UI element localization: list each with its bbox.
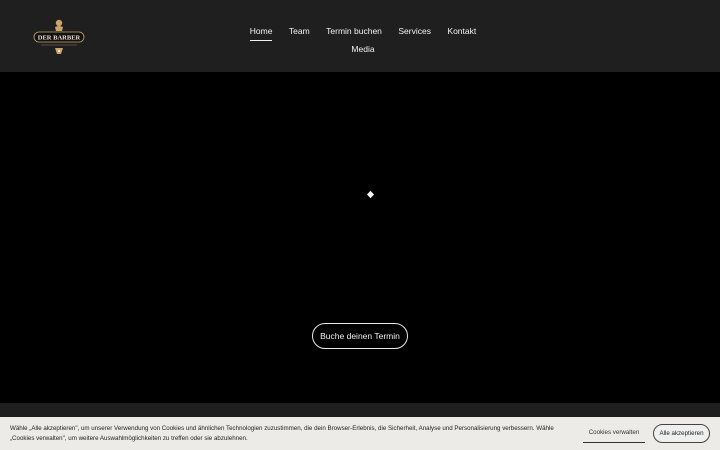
logo-text: DER BARBER [38, 35, 81, 42]
nav-item-termin-buchen[interactable]: Termin buchen [326, 25, 382, 40]
site-header: DER BARBER Home Team Termin buchen Servi… [0, 0, 720, 72]
nav-item-kontakt[interactable]: Kontakt [447, 25, 476, 40]
loading-diamond-icon [366, 186, 375, 199]
accept-all-cookies-button[interactable]: Alle akzeptieren [653, 424, 710, 443]
nav-item-services[interactable]: Services [398, 25, 431, 40]
main-nav: Home Team Termin buchen Services Kontakt… [238, 23, 488, 57]
book-appointment-button[interactable]: Buche deinen Termin [312, 323, 408, 349]
hero-section: Buche deinen Termin [0, 72, 720, 403]
cookie-banner: Wähle „Alle akzeptieren", um unserer Ver… [0, 417, 720, 450]
barber-logo[interactable]: DER BARBER [31, 14, 87, 58]
nav-item-media[interactable]: Media [351, 43, 374, 58]
nav-item-team[interactable]: Team [289, 25, 310, 40]
manage-cookies-button[interactable]: Cookies verwalten [583, 426, 645, 443]
cookie-banner-text: Wähle „Alle akzeptieren", um unserer Ver… [10, 425, 554, 442]
nav-item-home[interactable]: Home [249, 25, 273, 41]
section-divider [0, 403, 720, 417]
